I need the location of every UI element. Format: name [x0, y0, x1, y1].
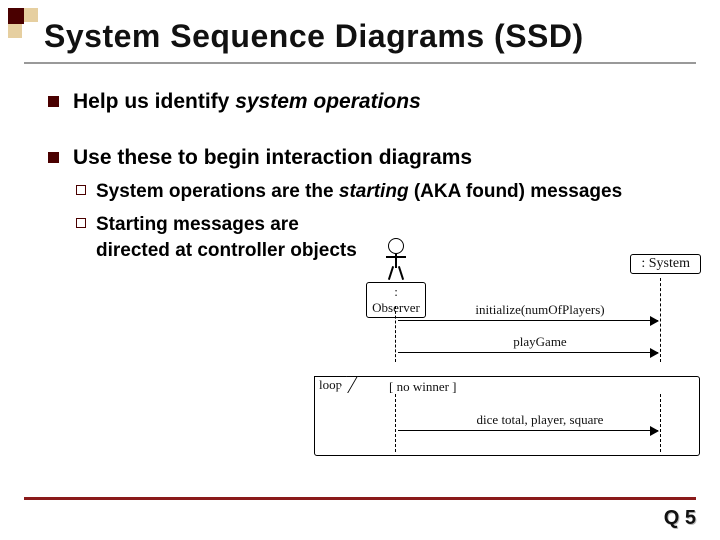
bullet-1-text: Help us identify system operations	[73, 88, 421, 116]
sub-bullet-1: System operations are the starting (AKA …	[76, 179, 692, 205]
bullet-1-emph: system operations	[235, 90, 421, 113]
sub-bullet-1-text: System operations are the starting (AKA …	[96, 179, 622, 205]
arrow-icon	[398, 430, 658, 431]
lifeline-system	[660, 278, 661, 362]
bullet-outline-icon	[76, 218, 86, 228]
lifeline-actor	[395, 306, 396, 362]
stick-figure-icon	[388, 238, 404, 254]
message-2: playGame	[460, 334, 620, 350]
bullet-square-icon	[48, 152, 59, 163]
sub1-pre: System operations are the	[96, 181, 339, 202]
arrow-icon	[398, 320, 658, 321]
message-1: initialize(numOfPlayers)	[440, 302, 640, 318]
bullet-1-pre: Help us identify	[73, 90, 235, 113]
arrow-icon	[398, 352, 658, 353]
bullet-2-text: Use these to begin interaction diagrams	[73, 144, 472, 172]
sub1-emph: starting	[339, 181, 409, 202]
loop-guard: [ no winner ]	[389, 379, 457, 395]
sub1-post: (AKA found) messages	[409, 181, 623, 202]
sequence-diagram: : Observer : System initialize(numOfPlay…	[310, 234, 705, 489]
slide: System Sequence Diagrams (SSD) Help us i…	[0, 0, 720, 540]
title-underline	[24, 62, 696, 64]
actor-label: : Observer	[366, 282, 426, 318]
corner-decoration	[8, 8, 38, 38]
actor-figure: : Observer	[366, 238, 426, 318]
bullet-1: Help us identify system operations	[48, 88, 692, 116]
bullet-square-icon	[48, 96, 59, 107]
footer-page-ref: Q 5	[664, 507, 696, 530]
loop-tab: loop	[314, 376, 348, 393]
bullet-outline-icon	[76, 185, 86, 195]
system-label: : System	[630, 254, 701, 274]
bullet-2: Use these to begin interaction diagrams	[48, 144, 692, 172]
footer-rule	[24, 497, 696, 500]
slide-title: System Sequence Diagrams (SSD)	[44, 18, 696, 55]
message-3: dice total, player, square	[420, 412, 660, 428]
